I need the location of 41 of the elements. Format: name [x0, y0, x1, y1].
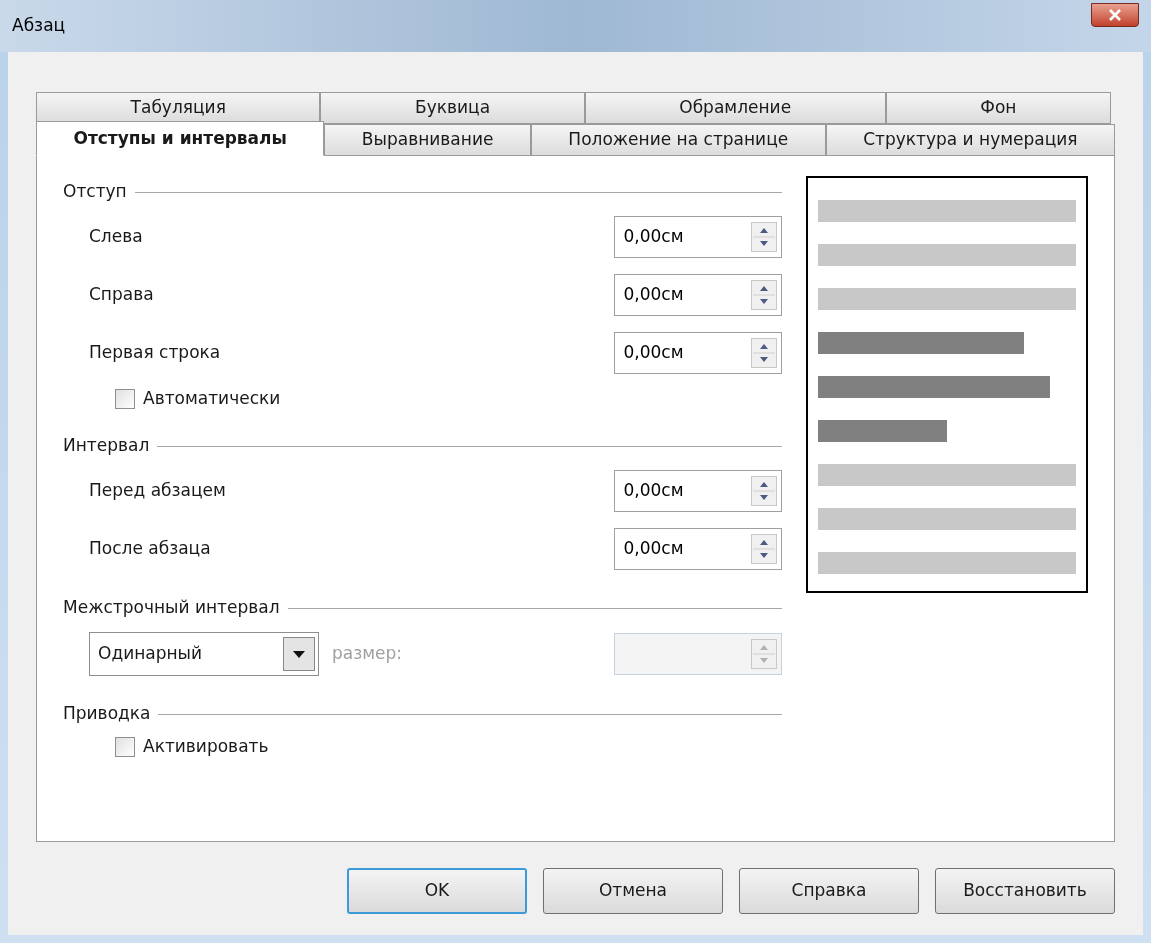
section-heading: Интервал	[63, 434, 150, 458]
field-label: После абзаца	[89, 537, 211, 561]
section-heading: Межстрочный интервал	[63, 596, 280, 620]
spin-field[interactable]: 0,00см	[614, 274, 783, 316]
spin-field[interactable]: 0,00см	[614, 216, 783, 258]
tab[interactable]: Выравнивание	[324, 124, 531, 156]
spin-arrows-icon[interactable]	[751, 476, 778, 506]
tab[interactable]: Буквица	[320, 92, 585, 124]
caret-icon	[283, 637, 315, 671]
window-title: Абзац	[12, 14, 66, 38]
tab[interactable]: Обрамление	[584, 92, 886, 124]
dialog-button[interactable]: OK	[347, 868, 527, 914]
field-label: Слева	[89, 225, 143, 249]
tab[interactable]: Структура и нумерация	[825, 124, 1116, 156]
close-button[interactable]	[1091, 3, 1139, 27]
spin-arrows-icon[interactable]	[751, 534, 778, 564]
spin-arrows-icon[interactable]	[751, 280, 778, 310]
spin-field[interactable]: 0,00см	[614, 528, 783, 570]
field-label: Справа	[89, 283, 154, 307]
size-label: размер:	[332, 642, 403, 666]
tab[interactable]: Фон	[885, 92, 1111, 124]
dropdown[interactable]: Одинарный	[89, 632, 319, 676]
checkbox-label: Активировать	[143, 735, 269, 759]
spin-field[interactable]: 0,00см	[614, 470, 783, 512]
field-label: Первая строка	[89, 341, 221, 365]
section-heading: Приводка	[63, 702, 151, 726]
dialog-button[interactable]: Восстановить	[935, 868, 1115, 914]
dialog-button[interactable]: Справка	[739, 868, 919, 914]
dialog-button[interactable]: Отмена	[543, 868, 723, 914]
field-label: Перед абзацем	[89, 479, 226, 503]
spin-field[interactable]: 0,00см	[614, 332, 783, 374]
tab[interactable]: Положение на странице	[530, 124, 826, 156]
checkbox[interactable]	[115, 389, 135, 409]
close-icon	[1108, 9, 1122, 21]
section-heading: Отступ	[63, 180, 127, 204]
checkbox[interactable]	[115, 737, 135, 757]
tab[interactable]: Табуляция	[36, 92, 321, 124]
tab[interactable]: Отступы и интервалы	[36, 121, 325, 156]
checkbox-label: Автоматически	[143, 387, 281, 411]
spin-arrows-icon[interactable]	[751, 222, 778, 252]
spin-arrows-icon[interactable]	[751, 338, 778, 368]
